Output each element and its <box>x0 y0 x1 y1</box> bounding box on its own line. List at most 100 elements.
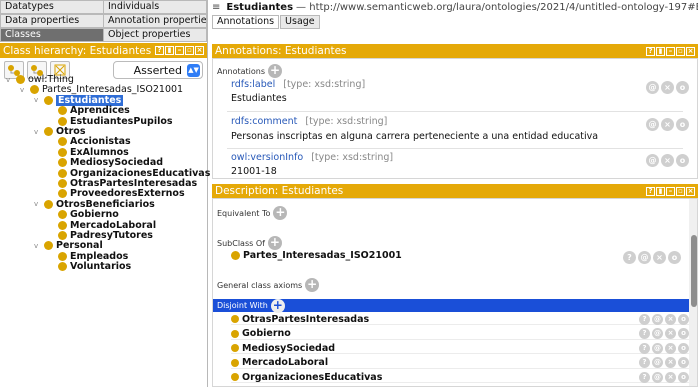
annotate-icon[interactable]: @ <box>646 154 659 167</box>
tree-node[interactable]: MediosySociedad <box>58 157 163 168</box>
add-disjoint-button[interactable]: + <box>270 298 285 313</box>
add-general-axiom-button[interactable]: + <box>305 278 320 292</box>
maximize-icon[interactable]: ▫ <box>676 46 685 56</box>
tab-individuals[interactable]: Individuals <box>104 0 207 14</box>
explain-icon[interactable]: ? <box>639 313 650 325</box>
help-icon[interactable]: ? <box>155 46 164 55</box>
tree-node[interactable]: EstudiantesPupilos <box>58 116 173 127</box>
tree-node[interactable]: ProveedoresExternos <box>58 188 185 199</box>
edit-icon[interactable]: o <box>678 357 689 368</box>
delete-icon[interactable]: × <box>661 154 674 167</box>
edit-icon[interactable]: o <box>678 371 689 383</box>
disjoint-item[interactable]: Gobierno? @ × o <box>231 328 689 340</box>
annotate-icon[interactable]: @ <box>652 313 663 325</box>
tab-data-properties[interactable]: Data properties <box>0 14 104 28</box>
tree-node[interactable]: OrganizacionesEducativas <box>58 168 210 179</box>
disjoint-item[interactable]: OrganizacionesEducativas? @ × o <box>231 371 689 383</box>
disjoint-item[interactable]: OtrasPartesInteresadas? @ × o <box>231 313 689 325</box>
hierarchy-mode-dropdown[interactable]: Asserted ▲▼ <box>113 61 203 79</box>
edit-icon[interactable]: o <box>676 118 689 131</box>
close-icon[interactable]: × <box>195 46 204 55</box>
delete-icon[interactable]: × <box>661 81 674 94</box>
annotation-prop-name[interactable]: rdfs:label <box>231 79 275 90</box>
explain-icon[interactable]: ? <box>639 357 650 368</box>
disjoint-item[interactable]: MercadoLaboral? @ × o <box>231 357 689 369</box>
annotate-icon[interactable]: @ <box>646 81 659 94</box>
scrollbar-thumb[interactable] <box>691 235 697 307</box>
minimize-icon[interactable]: – <box>666 46 675 56</box>
annotation-property: rdfs:comment [type: xsd:string] <box>231 116 387 127</box>
expand-toggle-icon[interactable]: v <box>34 128 42 136</box>
pin-icon[interactable]: ▮ <box>656 186 665 196</box>
tree-node[interactable]: Aprendices <box>58 105 130 116</box>
annotate-icon[interactable]: @ <box>652 371 663 383</box>
expand-toggle-icon[interactable]: v <box>34 96 42 104</box>
tree-node[interactable]: Accionistas <box>58 136 131 147</box>
delete-icon[interactable]: × <box>665 328 676 339</box>
annotate-icon[interactable]: @ <box>652 357 663 368</box>
annotation-prop-name[interactable]: rdfs:comment <box>231 116 297 127</box>
tree-node[interactable]: v Otros <box>34 126 85 137</box>
tree-node[interactable]: Empleados <box>58 251 128 262</box>
expand-toggle-icon[interactable]: v <box>6 76 14 84</box>
tree-node[interactable]: OtrasPartesInteresadas <box>58 178 197 189</box>
add-annotation-button[interactable]: + <box>268 64 283 78</box>
edit-icon[interactable]: o <box>668 251 681 264</box>
help-icon[interactable]: ? <box>646 46 655 56</box>
tree-node[interactable]: v owl:Thing <box>6 74 74 85</box>
minimize-icon[interactable]: – <box>666 186 675 196</box>
close-icon[interactable]: × <box>686 186 695 196</box>
tree-node[interactable]: MercadoLaboral <box>58 220 156 231</box>
disjoint-item[interactable]: MediosySociedad? @ × o <box>231 342 689 354</box>
edit-icon[interactable]: o <box>678 313 689 325</box>
maximize-icon[interactable]: ▫ <box>676 186 685 196</box>
tree-node[interactable]: PadresyTutores <box>58 230 153 241</box>
tree-node[interactable]: Gobierno <box>58 209 119 220</box>
tab-annotations[interactable]: Annotations <box>212 15 280 29</box>
tab-object-properties[interactable]: Object properties <box>104 28 207 42</box>
pin-icon[interactable]: ▮ <box>165 46 174 55</box>
superclass-item[interactable]: Partes_Interesadas_ISO21001 <box>231 250 402 261</box>
delete-icon[interactable]: × <box>661 118 674 131</box>
help-icon[interactable]: ? <box>646 186 655 196</box>
expand-toggle-icon[interactable]: v <box>20 86 28 94</box>
delete-icon[interactable]: × <box>665 313 676 325</box>
menu-icon[interactable]: ≡ <box>212 2 220 13</box>
pin-icon[interactable]: ▮ <box>656 46 665 56</box>
disjoint-with-header[interactable]: Disjoint With + <box>213 298 689 313</box>
annotate-icon[interactable]: @ <box>646 118 659 131</box>
minimize-icon[interactable]: – <box>175 46 184 55</box>
tree-node[interactable]: v Personal <box>34 240 103 251</box>
edit-icon[interactable]: o <box>678 328 689 339</box>
annotate-icon[interactable]: @ <box>638 251 651 264</box>
edit-icon[interactable]: o <box>676 81 689 94</box>
annotate-icon[interactable]: @ <box>652 328 663 339</box>
expand-toggle-icon[interactable]: v <box>34 242 42 250</box>
delete-icon[interactable]: × <box>665 357 676 368</box>
explain-icon[interactable]: ? <box>639 371 650 383</box>
explain-icon[interactable]: ? <box>639 328 650 339</box>
add-equivalent-button[interactable]: + <box>273 206 288 220</box>
expand-toggle-icon[interactable]: v <box>34 200 42 208</box>
delete-icon[interactable]: × <box>665 371 676 383</box>
tab-classes[interactable]: Classes <box>0 28 104 42</box>
tree-node[interactable]: v Estudiantes <box>34 94 124 106</box>
edit-icon[interactable]: o <box>678 342 689 354</box>
add-superclass-button[interactable]: + <box>267 236 282 250</box>
tree-node[interactable]: v OtrosBeneficiarios <box>34 199 155 210</box>
tab-datatypes[interactable]: Datatypes <box>0 0 104 14</box>
explain-icon[interactable]: ? <box>623 251 636 264</box>
explain-icon[interactable]: ? <box>639 342 650 354</box>
annotation-prop-name[interactable]: owl:versionInfo <box>231 152 303 163</box>
tree-node[interactable]: ExAlumnos <box>58 147 129 158</box>
tree-node[interactable]: Voluntarios <box>58 261 131 272</box>
edit-icon[interactable]: o <box>676 154 689 167</box>
delete-icon[interactable]: × <box>665 342 676 354</box>
annotate-icon[interactable]: @ <box>652 342 663 354</box>
tree-node[interactable]: v Partes_Interesadas_ISO21001 <box>20 84 183 95</box>
tab-usage[interactable]: Usage <box>280 15 320 29</box>
delete-icon[interactable]: × <box>653 251 666 264</box>
tab-annotation-properties[interactable]: Annotation properties <box>104 14 207 28</box>
close-icon[interactable]: × <box>686 46 695 56</box>
maximize-icon[interactable]: ▫ <box>185 46 194 55</box>
